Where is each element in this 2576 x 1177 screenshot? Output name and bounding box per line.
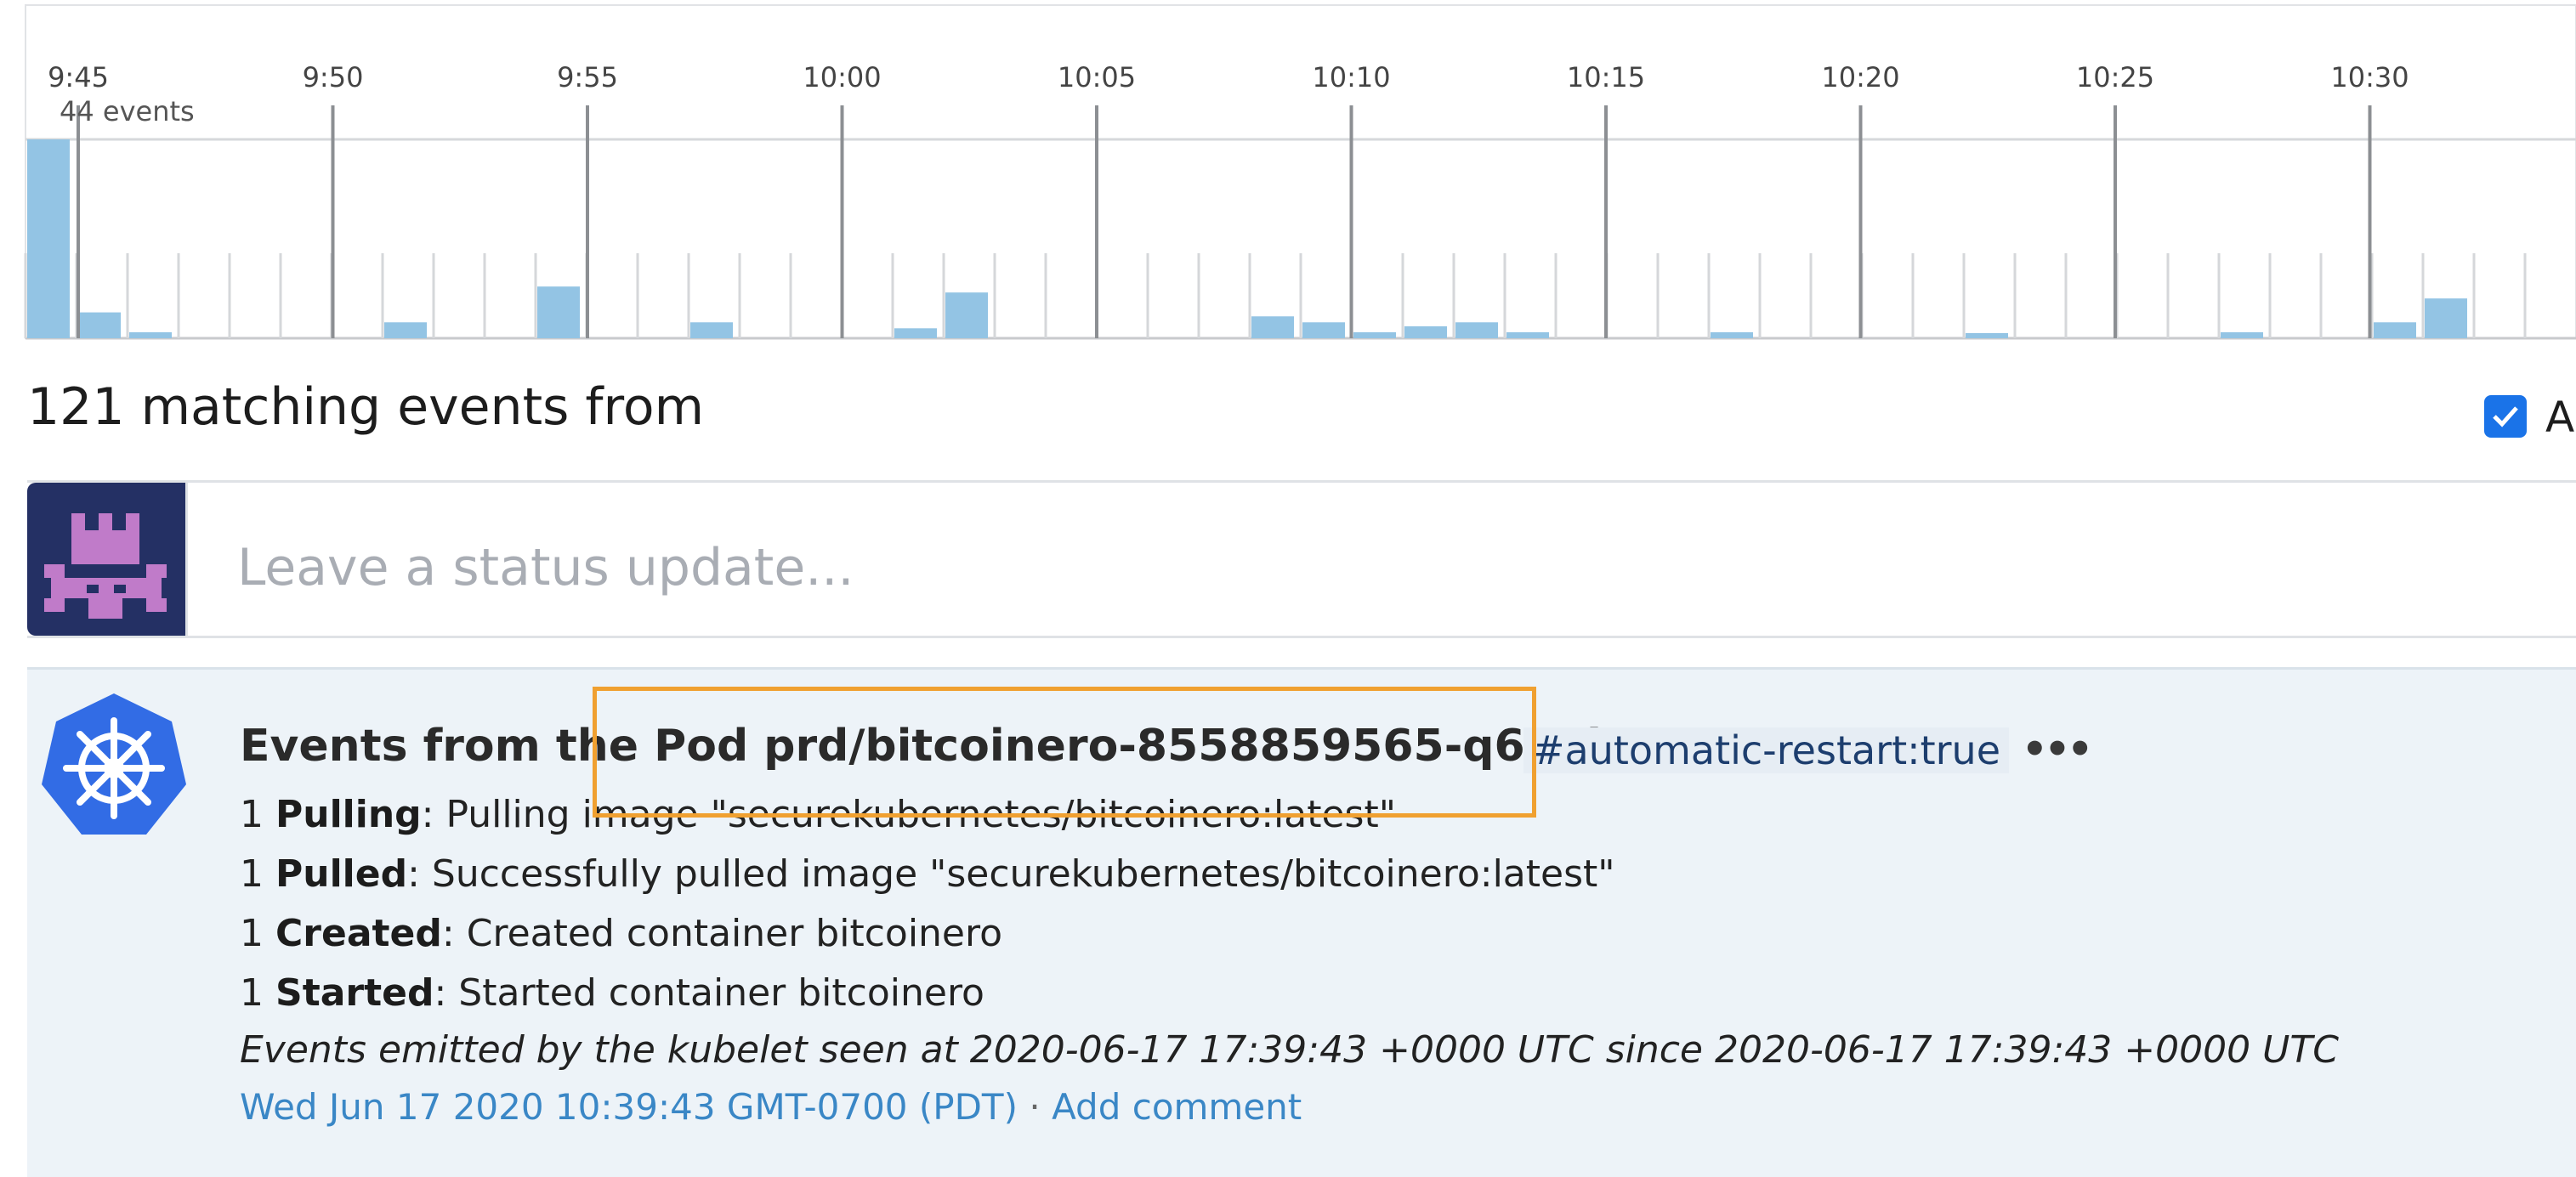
event-count-bar[interactable] <box>537 286 580 338</box>
time-tick-label: 10:25 <box>2075 61 2155 93</box>
event-count-bar[interactable] <box>78 312 121 338</box>
avatar <box>27 483 185 636</box>
highlight-box <box>593 687 1536 818</box>
time-tick-label: 9:50 <box>302 61 364 93</box>
matching-events-count: 121 matching events from <box>27 377 705 437</box>
event-count-bar[interactable] <box>129 331 172 338</box>
event-count-bar[interactable] <box>1455 322 1498 338</box>
event-count-bar[interactable] <box>894 328 937 338</box>
checkbox-label: A <box>2545 393 2575 442</box>
time-tick-label: 10:20 <box>1821 61 1900 93</box>
event-count-bar[interactable] <box>2374 322 2416 338</box>
event-count-bar[interactable] <box>945 292 988 338</box>
event-count-bar[interactable] <box>2221 331 2263 338</box>
event-timestamp-link[interactable]: Wed Jun 17 2020 10:39:43 GMT-0700 (PDT) <box>240 1086 1018 1128</box>
event-count-bar[interactable] <box>27 139 70 338</box>
time-tick-label: 10:00 <box>803 61 882 93</box>
event-count-bar[interactable] <box>1353 331 1396 338</box>
timeline-chart[interactable] <box>0 0 2576 342</box>
aggregate-checkbox[interactable] <box>2484 395 2527 438</box>
event-count-bar[interactable] <box>1966 333 2008 338</box>
event-line: 1 Pulled: Successfully pulled image "sec… <box>240 852 1615 896</box>
event-count-bar[interactable] <box>384 322 427 338</box>
event-timeline[interactable]: 44 events 9:45 9:50 9:55 10:00 10:05 10:10 10:… <box>0 0 2576 342</box>
event-count-bar[interactable] <box>690 322 733 338</box>
event-count-bar[interactable] <box>2425 298 2467 338</box>
time-tick-label: 10:30 <box>2330 61 2409 93</box>
event-tag[interactable]: #automatic-restart:true <box>1523 727 2010 773</box>
event-footer: Wed Jun 17 2020 10:39:43 GMT-0700 (PDT) … <box>240 1086 1302 1128</box>
peak-count-label: 44 events <box>60 95 195 127</box>
time-tick-label: 10:10 <box>1312 61 1391 93</box>
more-options-icon[interactable]: ••• <box>2022 726 2093 773</box>
time-tick-label: 10:15 <box>1566 61 1646 93</box>
event-line: 1 Created: Created container bitcoinero <box>240 912 1003 955</box>
event-line: 1 Started: Started container bitcoinero <box>240 971 984 1015</box>
status-update-input[interactable] <box>185 483 2576 636</box>
pixel-avatar-icon <box>44 513 167 619</box>
event-count-bar[interactable] <box>1404 325 1447 338</box>
event-count-bar[interactable] <box>1506 331 1549 338</box>
event-count-bar[interactable] <box>1711 331 1753 338</box>
checkmark-icon <box>2493 406 2518 427</box>
kubernetes-icon <box>42 693 186 835</box>
event-count-bar[interactable] <box>1302 322 1345 338</box>
status-update-box <box>27 480 2576 638</box>
add-comment-link[interactable]: Add comment <box>1052 1086 1302 1128</box>
event-count-bar[interactable] <box>1251 316 1294 338</box>
event-source-note: Events emitted by the kubelet seen at 20… <box>240 1028 2339 1072</box>
time-tick-label: 9:45 <box>48 61 109 93</box>
time-tick-label: 10:05 <box>1057 61 1137 93</box>
time-tick-label: 9:55 <box>557 61 618 93</box>
footer-separator: · <box>1029 1086 1041 1128</box>
